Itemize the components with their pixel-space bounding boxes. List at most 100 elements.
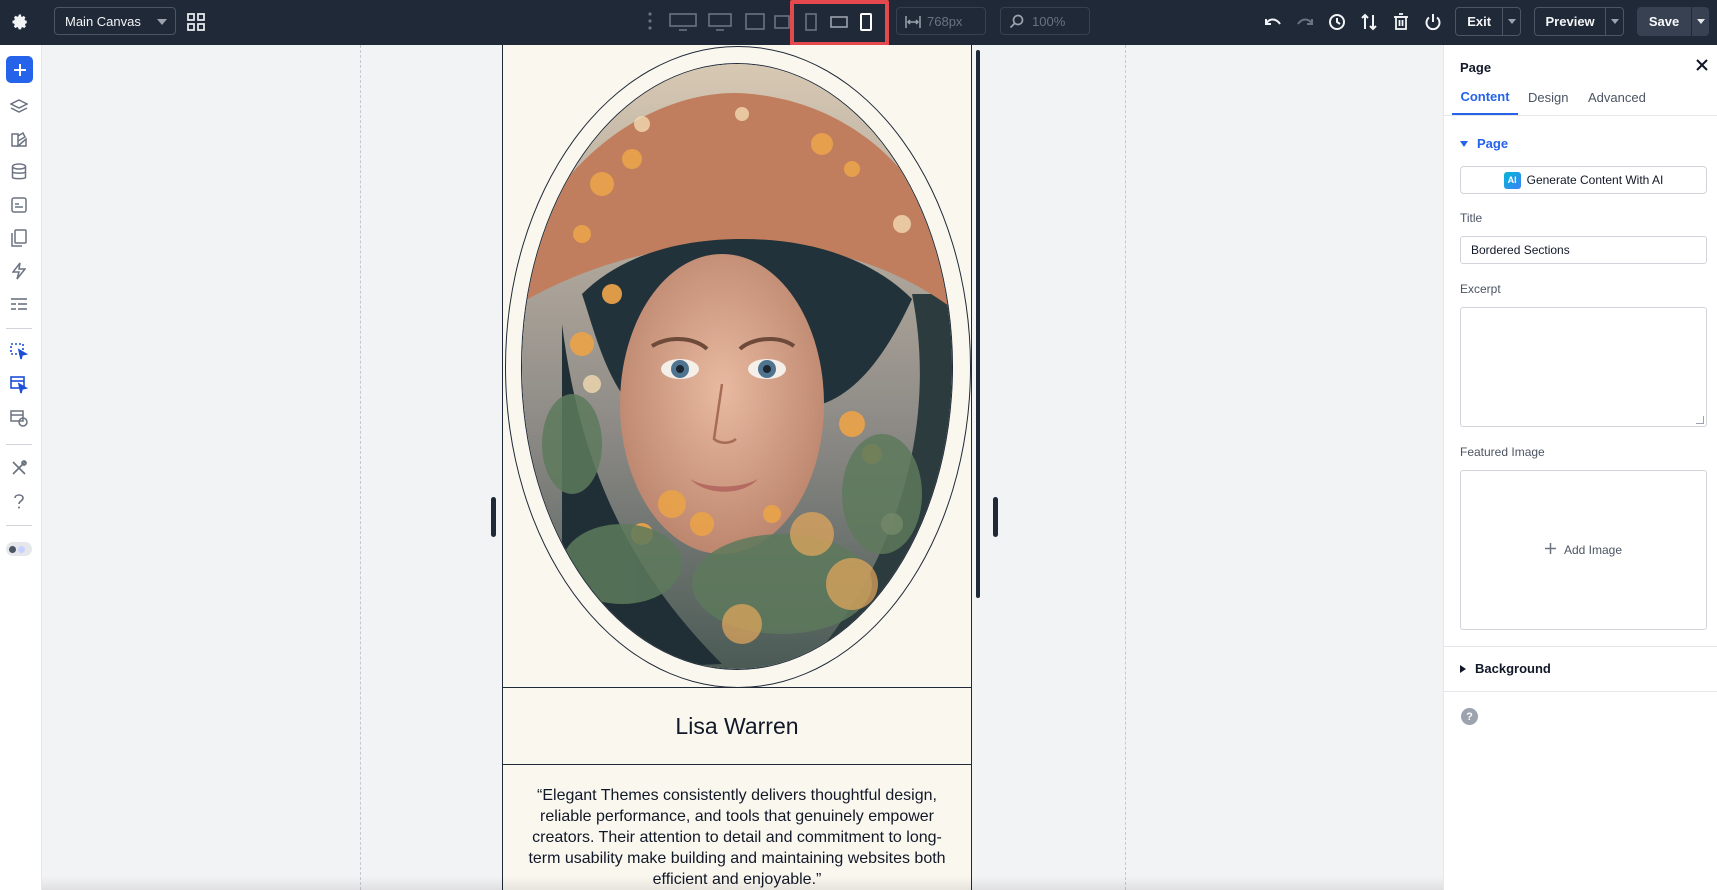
dark-mode-toggle[interactable] bbox=[6, 542, 32, 556]
featured-image-dropzone[interactable]: Add Image bbox=[1460, 470, 1707, 630]
title-field[interactable] bbox=[1460, 236, 1707, 264]
lightning-icon[interactable] bbox=[9, 261, 29, 281]
rail-divider bbox=[6, 444, 32, 445]
tablet-portrait-view-icon[interactable] bbox=[801, 11, 821, 33]
save-button[interactable]: Save bbox=[1637, 7, 1691, 36]
canvas-bottom-shadow bbox=[42, 876, 1443, 890]
title-label: Title bbox=[1460, 211, 1483, 225]
close-icon[interactable] bbox=[1694, 57, 1710, 73]
zoom-value: 100% bbox=[1032, 13, 1066, 29]
excerpt-field[interactable] bbox=[1460, 307, 1707, 427]
tab-content[interactable]: Content bbox=[1452, 80, 1518, 115]
list-icon[interactable] bbox=[9, 294, 29, 314]
layout-grid-icon[interactable] bbox=[186, 12, 206, 32]
chevron-down-icon bbox=[157, 19, 167, 25]
rail-divider bbox=[6, 328, 32, 329]
tablet-landscape-view-icon[interactable] bbox=[773, 11, 791, 33]
theme-builder-icon[interactable] bbox=[9, 129, 29, 149]
tools-icon[interactable] bbox=[9, 458, 29, 478]
exit-button[interactable]: Exit bbox=[1456, 8, 1502, 35]
generate-ai-button[interactable]: AI Generate Content With AI bbox=[1460, 166, 1707, 194]
zoom-input[interactable]: 100% bbox=[1000, 7, 1090, 35]
canvas-select-value: Main Canvas bbox=[65, 13, 141, 29]
chevron-down-icon bbox=[1610, 19, 1619, 24]
multi-select-icon[interactable] bbox=[9, 375, 29, 395]
power-icon[interactable] bbox=[1422, 11, 1444, 33]
portrait-section[interactable] bbox=[503, 45, 971, 688]
quote-section[interactable]: “Elegant Themes consistently delivers th… bbox=[503, 765, 971, 890]
caret-down-icon bbox=[1460, 140, 1468, 147]
toggle-knob bbox=[9, 545, 16, 553]
zoom-magnifier-icon bbox=[1009, 14, 1024, 32]
name-section[interactable]: Lisa Warren bbox=[503, 688, 971, 765]
portrait-image[interactable] bbox=[521, 63, 953, 670]
section-page-label: Page bbox=[1477, 136, 1509, 151]
tab-advanced[interactable]: Advanced bbox=[1588, 80, 1646, 115]
plus-icon bbox=[1544, 543, 1556, 557]
top-toolbar: Main Canvas 768px 100% Exit Preview Save bbox=[0, 0, 1717, 46]
history-clock-icon[interactable] bbox=[1326, 11, 1348, 33]
trash-icon[interactable] bbox=[1390, 11, 1412, 33]
drag-handle-icon[interactable] bbox=[647, 11, 653, 31]
page-preview: Lisa Warren “Elegant Themes consistently… bbox=[502, 45, 972, 890]
phone-landscape-view-icon[interactable] bbox=[828, 11, 850, 33]
phone-portrait-view-icon[interactable] bbox=[856, 11, 876, 33]
breakpoint-guide bbox=[360, 45, 361, 890]
laptop-view-icon[interactable] bbox=[744, 11, 766, 33]
resize-grip-icon[interactable] bbox=[1696, 416, 1704, 424]
canvas-select[interactable]: Main Canvas bbox=[54, 7, 176, 35]
canvas-width-input[interactable]: 768px bbox=[896, 7, 986, 35]
settings-panel: Page Content Design Advanced Page AI Gen… bbox=[1443, 45, 1717, 890]
section-toggle-page[interactable]: Page bbox=[1460, 136, 1508, 151]
panel-divider bbox=[1444, 691, 1717, 692]
resize-handle-right[interactable] bbox=[993, 497, 998, 537]
preview-dropdown-button[interactable] bbox=[1605, 8, 1623, 35]
generate-ai-label: Generate Content With AI bbox=[1526, 173, 1664, 187]
global-presets-icon[interactable] bbox=[9, 408, 29, 428]
click-select-icon[interactable] bbox=[9, 342, 29, 362]
chevron-down-icon bbox=[1507, 19, 1516, 24]
help-question-icon[interactable] bbox=[9, 491, 29, 511]
desktop-wide-view-icon[interactable] bbox=[668, 11, 698, 33]
desktop-view-icon[interactable] bbox=[707, 11, 733, 33]
caret-right-icon bbox=[1460, 664, 1466, 673]
save-dropdown-button[interactable] bbox=[1691, 7, 1709, 36]
exit-button-group: Exit bbox=[1455, 7, 1521, 36]
panel-tabs: Content Design Advanced bbox=[1444, 80, 1717, 116]
ai-icon: AI bbox=[1503, 171, 1521, 189]
person-name: Lisa Warren bbox=[675, 712, 799, 739]
add-image-label: Add Image bbox=[1563, 543, 1623, 557]
undo-icon[interactable] bbox=[1262, 11, 1284, 33]
excerpt-label: Excerpt bbox=[1460, 282, 1501, 296]
preview-button-group: Preview bbox=[1534, 7, 1624, 36]
resize-handle-left[interactable] bbox=[491, 497, 496, 537]
preview-button[interactable]: Preview bbox=[1535, 8, 1605, 35]
exit-dropdown-button[interactable] bbox=[1502, 8, 1520, 35]
section-toggle-background[interactable]: Background bbox=[1460, 661, 1551, 676]
rail-divider bbox=[6, 525, 32, 526]
canvas-width-value: 768px bbox=[927, 13, 963, 29]
breakpoint-guide bbox=[1125, 45, 1126, 890]
save-button-group: Save bbox=[1637, 7, 1709, 36]
section-background-label: Background bbox=[1475, 661, 1551, 676]
layers-icon[interactable] bbox=[9, 97, 29, 117]
width-arrows-icon bbox=[905, 15, 921, 32]
settings-gear-icon[interactable] bbox=[9, 11, 31, 33]
testimonial-quote: “Elegant Themes consistently delivers th… bbox=[528, 787, 946, 888]
featured-image-label: Featured Image bbox=[1460, 445, 1545, 459]
tab-design[interactable]: Design bbox=[1528, 80, 1568, 115]
panel-title: Page bbox=[1460, 60, 1492, 75]
toggle-knob bbox=[18, 545, 25, 553]
panel-divider bbox=[1444, 646, 1717, 647]
template-icon[interactable] bbox=[9, 195, 29, 215]
pages-icon[interactable] bbox=[9, 228, 29, 248]
add-element-button[interactable] bbox=[6, 56, 33, 83]
help-circle-icon[interactable]: ? bbox=[1461, 708, 1478, 725]
sort-arrows-icon[interactable] bbox=[1358, 11, 1380, 33]
database-icon[interactable] bbox=[9, 162, 29, 182]
left-toolbar bbox=[0, 45, 42, 890]
redo-icon[interactable] bbox=[1294, 11, 1316, 33]
page-scrollbar[interactable] bbox=[976, 50, 980, 598]
builder-canvas: Lisa Warren “Elegant Themes consistently… bbox=[42, 45, 1443, 890]
chevron-down-icon bbox=[1696, 19, 1705, 24]
